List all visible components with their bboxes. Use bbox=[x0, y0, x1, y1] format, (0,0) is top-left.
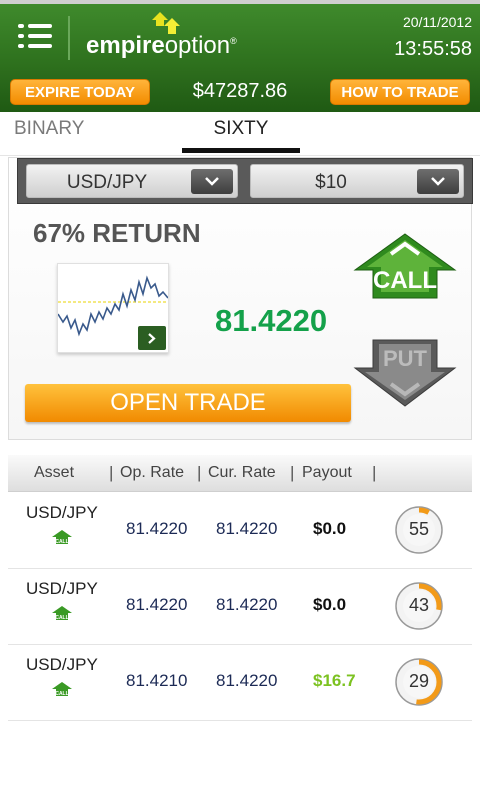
current-time: 13:55:58 bbox=[394, 38, 472, 60]
column-op-rate: Op. Rate bbox=[120, 464, 185, 481]
column-separator: | bbox=[197, 463, 202, 482]
countdown-timer: 29 bbox=[395, 658, 443, 706]
call-label: CALL bbox=[373, 267, 437, 294]
row-cur-rate: 81.4220 bbox=[216, 671, 278, 690]
amount-selector[interactable]: $10 bbox=[250, 164, 464, 198]
return-percentage: 67% RETURN bbox=[33, 218, 201, 248]
row-asset: USD/JPY bbox=[26, 503, 98, 522]
call-direction-icon: CALL bbox=[52, 530, 72, 545]
column-payout: Payout bbox=[302, 464, 352, 481]
tab-binary[interactable]: BINARY bbox=[14, 118, 84, 140]
price-chart-thumbnail[interactable] bbox=[57, 263, 169, 353]
column-separator: | bbox=[372, 463, 377, 482]
chevron-down-icon[interactable] bbox=[191, 169, 233, 194]
row-direction: CALL bbox=[55, 691, 68, 697]
put-label: PUT bbox=[383, 346, 428, 371]
asset-selector[interactable]: USD/JPY bbox=[26, 164, 238, 198]
row-asset: USD/JPY bbox=[26, 655, 98, 674]
trade-tabs: BINARY SIXTY bbox=[0, 112, 480, 156]
timer-seconds: 55 bbox=[408, 519, 430, 539]
current-price: 81.4220 bbox=[215, 303, 328, 338]
row-op-rate: 81.4220 bbox=[126, 519, 188, 538]
amount-selector-label: $10 bbox=[315, 172, 347, 193]
row-direction: CALL bbox=[55, 615, 68, 621]
call-direction-icon: CALL bbox=[52, 682, 72, 697]
trades-table-header: Asset | Op. Rate | Cur. Rate | Payout | bbox=[8, 455, 472, 492]
row-op-rate: 81.4220 bbox=[126, 595, 188, 614]
put-button[interactable]: PUT bbox=[353, 338, 457, 413]
row-payout: $16.7 bbox=[313, 671, 356, 690]
how-to-trade-button[interactable]: HOW TO TRADE bbox=[330, 79, 470, 105]
open-trade-button[interactable]: OPEN TRADE bbox=[25, 384, 351, 422]
active-tab-indicator bbox=[182, 148, 300, 153]
timer-seconds: 43 bbox=[408, 595, 430, 615]
table-row[interactable]: USD/JPY CALL 81.4220 81.4220 $0.0 55 bbox=[8, 493, 472, 569]
column-cur-rate: Cur. Rate bbox=[208, 464, 276, 481]
tab-sixty[interactable]: SIXTY bbox=[182, 118, 300, 140]
menu-icon[interactable] bbox=[18, 22, 52, 52]
app-header: empireoption® 20/11/2012 13:55:58 bbox=[0, 0, 480, 70]
timer-seconds: 29 bbox=[408, 671, 430, 691]
table-row[interactable]: USD/JPY CALL 81.4210 81.4220 $16.7 29 bbox=[8, 645, 472, 721]
countdown-timer: 55 bbox=[395, 506, 443, 554]
column-asset: Asset bbox=[34, 464, 75, 481]
column-separator: | bbox=[290, 463, 295, 482]
row-direction: CALL bbox=[55, 539, 68, 545]
row-cur-rate: 81.4220 bbox=[216, 595, 278, 614]
countdown-timer: 43 bbox=[395, 582, 443, 630]
call-direction-icon: CALL bbox=[52, 606, 72, 621]
row-op-rate: 81.4210 bbox=[126, 671, 188, 690]
asset-selector-label: USD/JPY bbox=[66, 172, 148, 193]
app-logo: empireoption® bbox=[86, 32, 237, 59]
row-payout: $0.0 bbox=[313, 519, 347, 538]
header-divider bbox=[68, 16, 70, 60]
trade-panel: USD/JPY $10 67% RETURN 81.4220 CALL PUT … bbox=[8, 157, 473, 440]
column-separator: | bbox=[109, 463, 114, 482]
row-payout: $0.0 bbox=[313, 595, 347, 614]
account-balance: $47287.86 bbox=[192, 80, 288, 102]
expire-today-button[interactable]: EXPIRE TODAY bbox=[10, 79, 150, 105]
chevron-down-icon[interactable] bbox=[417, 169, 459, 194]
current-date: 20/11/2012 bbox=[402, 14, 472, 30]
call-button[interactable]: CALL bbox=[353, 232, 457, 305]
row-cur-rate: 81.4220 bbox=[216, 519, 278, 538]
row-asset: USD/JPY bbox=[26, 579, 98, 598]
table-row[interactable]: USD/JPY CALL 81.4220 81.4220 $0.0 43 bbox=[8, 569, 472, 645]
chevron-right-icon[interactable] bbox=[138, 326, 166, 350]
selector-bar: USD/JPY $10 bbox=[17, 158, 473, 204]
action-bar: EXPIRE TODAY $47287.86 HOW TO TRADE bbox=[0, 70, 480, 112]
